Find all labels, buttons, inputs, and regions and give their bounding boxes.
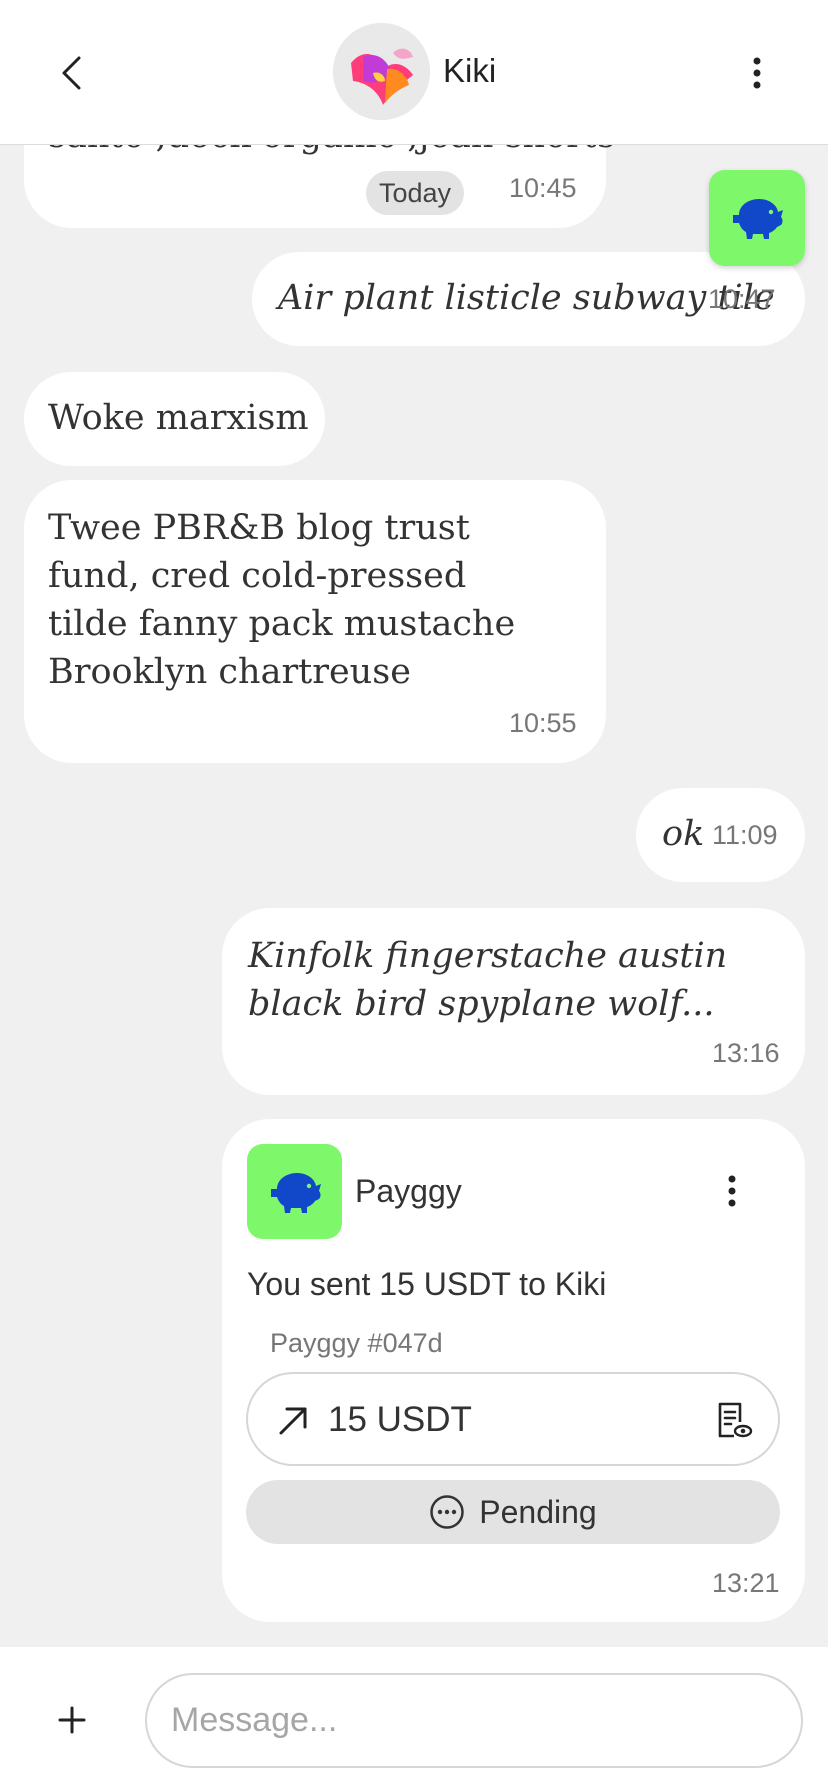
avatar-image-icon (333, 23, 430, 120)
attach-button[interactable] (50, 1698, 94, 1742)
message-text: Kinfolk fingerstache austin black bird s… (248, 936, 728, 1024)
payment-summary: You sent 15 USDT to Kiki (247, 1266, 607, 1302)
chat-header: Kiki (0, 0, 828, 145)
message-text: Air plant listicle subway tile (278, 278, 775, 318)
message-bubble-incoming: Woke marxism (24, 372, 325, 466)
status-badge: Pending (246, 1480, 780, 1544)
avatar[interactable] (333, 23, 430, 120)
arrow-up-right-icon (279, 1407, 307, 1435)
message-time: 10:45 (509, 173, 577, 203)
message-bubble-outgoing: Air plant listicle subway tile 10:47 (252, 252, 805, 346)
bot-name: Payggy (355, 1173, 462, 1209)
pending-icon (430, 1495, 465, 1529)
piggy-bank-icon (733, 199, 783, 239)
date-badge: Today (366, 171, 464, 215)
payggy-avatar[interactable] (247, 1144, 342, 1239)
message-time: 10:55 (509, 708, 577, 738)
piggy-bank-icon (270, 1172, 321, 1213)
message-time: 13:21 (712, 1568, 780, 1598)
message-bubble-incoming: Twee PBR&B blog trust fund, cred cold-pr… (24, 480, 606, 763)
message-text: ok (662, 814, 705, 854)
chevron-left-icon (62, 56, 81, 90)
more-vertical-icon[interactable] (734, 48, 780, 98)
contact-name: Kiki (443, 52, 497, 89)
payment-reference: Payggy #047d (270, 1328, 443, 1358)
back-button[interactable] (48, 50, 94, 96)
receipt-view-icon[interactable] (714, 1400, 754, 1440)
message-text: Woke marxism (48, 398, 309, 438)
amount-value: 15 USDT (328, 1400, 472, 1439)
payggy-quick-button[interactable] (709, 170, 805, 266)
message-text: Twee PBR&B blog trust fund, cred cold-pr… (48, 508, 516, 692)
message-time: 11:09 (712, 820, 778, 850)
plus-icon (58, 1706, 86, 1734)
more-vertical-icon[interactable] (712, 1170, 752, 1212)
status-label: Pending (479, 1493, 597, 1530)
message-bubble-outgoing: Kinfolk fingerstache austin black bird s… (222, 908, 805, 1095)
message-time: 13:16 (712, 1038, 780, 1068)
message-bubble-outgoing: ok 11:09 (636, 788, 805, 882)
message-time: 10:47 (708, 284, 776, 314)
message-input[interactable] (145, 1673, 803, 1768)
message-list[interactable]: santo ,deck organic ,jean shorts Today 1… (0, 0, 828, 1645)
amount-button[interactable]: 15 USDT (246, 1372, 780, 1466)
chat-screen: santo ,deck organic ,jean shorts Today 1… (0, 0, 828, 1792)
